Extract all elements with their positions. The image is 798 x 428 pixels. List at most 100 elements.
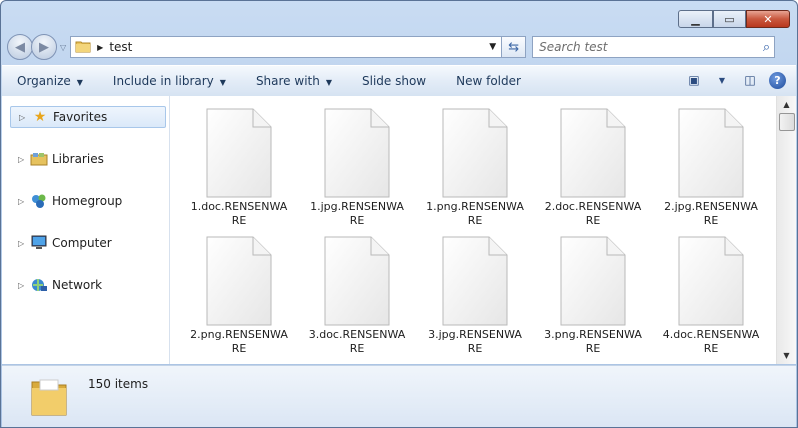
- sidebar-item-libraries[interactable]: ▷ Libraries: [2, 148, 169, 170]
- change-view-button[interactable]: ▣: [685, 71, 703, 89]
- sidebar-item-label: Network: [52, 278, 103, 292]
- search-input[interactable]: Search test: [539, 40, 607, 54]
- folder-icon: [75, 38, 91, 57]
- back-arrow-icon: ◀: [15, 39, 25, 55]
- vertical-scrollbar[interactable]: ▲ ▼: [776, 96, 796, 364]
- file-item[interactable]: 1.doc.RENSENWARE: [180, 108, 298, 228]
- file-item[interactable]: 3.png.RENSENWARE: [534, 236, 652, 356]
- sidebar-item-label: Favorites: [53, 110, 108, 124]
- file-grid: 1.doc.RENSENWARE 1.jpg.RENSENWARE 1.png.RE…: [180, 108, 770, 356]
- view-icon: ▣: [688, 73, 700, 87]
- sidebar-item-label: Computer: [52, 236, 112, 250]
- help-icon: ?: [774, 73, 781, 87]
- address-dropdown-icon[interactable]: ▼: [489, 42, 496, 52]
- folder-icon: [28, 374, 70, 422]
- file-icon: [560, 236, 626, 326]
- forward-arrow-icon: ▶: [39, 39, 49, 55]
- new-folder-button[interactable]: New folder: [441, 74, 536, 88]
- preview-pane-button[interactable]: ◫: [741, 71, 759, 89]
- expand-arrow-icon[interactable]: ▷: [18, 197, 28, 206]
- file-item[interactable]: 1.jpg.RENSENWARE: [298, 108, 416, 228]
- file-icon: [678, 236, 744, 326]
- file-name: 3.png.RENSENWARE: [544, 328, 642, 355]
- star-icon: ★: [33, 109, 47, 125]
- view-options-dropdown[interactable]: ▼: [713, 71, 731, 89]
- expand-arrow-icon[interactable]: ▷: [18, 155, 28, 164]
- caption-buttons: ▁ ▭ ✕: [678, 10, 790, 28]
- maximize-button[interactable]: ▭: [713, 10, 746, 28]
- forward-button[interactable]: ▶: [31, 34, 57, 60]
- recent-pages-dropdown[interactable]: ▽: [60, 43, 66, 52]
- sidebar-item-label: Libraries: [52, 152, 104, 166]
- chevron-down-icon: ▼: [325, 78, 332, 87]
- computer-icon: [30, 235, 48, 251]
- homegroup-icon: [30, 193, 48, 209]
- search-icon[interactable]: ⌕: [763, 40, 770, 55]
- sidebar-item-computer[interactable]: ▷ Computer: [2, 232, 169, 254]
- refresh-button[interactable]: ⇆: [502, 36, 527, 58]
- file-item[interactable]: 1.png.RENSENWARE: [416, 108, 534, 228]
- view-controls: ▣ ▼ ◫ ?: [685, 71, 786, 89]
- chevron-down-icon: ▼: [718, 75, 726, 85]
- scroll-down-button[interactable]: ▼: [777, 347, 796, 364]
- file-icon: [442, 108, 508, 198]
- file-item[interactable]: 3.jpg.RENSENWARE: [416, 236, 534, 356]
- file-name: 2.jpg.RENSENWARE: [664, 200, 758, 227]
- file-item[interactable]: 2.jpg.RENSENWARE: [652, 108, 770, 228]
- share-with-menu[interactable]: Share with ▼: [241, 74, 347, 88]
- slide-show-button[interactable]: Slide show: [347, 74, 441, 88]
- sidebar-item-label: Homegroup: [52, 194, 123, 208]
- network-icon: [30, 277, 48, 293]
- file-item[interactable]: 4.doc.RENSENWARE: [652, 236, 770, 356]
- close-button[interactable]: ✕: [746, 10, 790, 28]
- organize-menu[interactable]: Organize ▼: [2, 74, 98, 88]
- file-item[interactable]: 2.png.RENSENWARE: [180, 236, 298, 356]
- breadcrumb-test[interactable]: test: [109, 40, 132, 54]
- address-bar[interactable]: ▶ test ▼: [70, 36, 503, 58]
- file-icon: [206, 236, 272, 326]
- file-list: 1.doc.RENSENWARE 1.jpg.RENSENWARE 1.png.RE…: [170, 96, 777, 364]
- item-count: 150 items: [88, 377, 149, 391]
- file-name: 3.doc.RENSENWARE: [308, 328, 406, 355]
- file-icon: [442, 236, 508, 326]
- sidebar-item-favorites[interactable]: ▷ ★ Favorites: [10, 106, 166, 128]
- file-item[interactable]: 2.doc.RENSENWARE: [534, 108, 652, 228]
- details-pane: 150 items: [2, 365, 796, 427]
- expand-arrow-icon[interactable]: ▷: [18, 281, 28, 290]
- chevron-down-icon: ▼: [219, 78, 226, 87]
- maximize-icon: ▭: [724, 12, 735, 26]
- scroll-up-button[interactable]: ▲: [777, 96, 796, 113]
- file-name: 2.png.RENSENWARE: [190, 328, 288, 355]
- file-name: 2.doc.RENSENWARE: [544, 200, 642, 227]
- include-label: Include in library: [112, 74, 214, 88]
- back-button[interactable]: ◀: [7, 34, 33, 60]
- file-icon: [206, 108, 272, 198]
- expand-arrow-icon[interactable]: ▷: [19, 113, 29, 122]
- file-name: 4.doc.RENSENWARE: [662, 328, 760, 355]
- close-icon: ✕: [763, 12, 773, 26]
- sidebar-item-homegroup[interactable]: ▷ Homegroup: [2, 190, 169, 212]
- sidebar-item-network[interactable]: ▷ Network: [2, 274, 169, 296]
- scroll-thumb[interactable]: [779, 113, 795, 131]
- preview-pane-icon: ◫: [744, 73, 756, 87]
- minimize-icon: ▁: [691, 12, 700, 26]
- refresh-icon: ⇆: [508, 39, 520, 55]
- search-box[interactable]: Search test ⌕: [532, 36, 776, 58]
- file-name: 1.doc.RENSENWARE: [190, 200, 288, 227]
- file-item[interactable]: 3.doc.RENSENWARE: [298, 236, 416, 356]
- include-in-library-menu[interactable]: Include in library ▼: [98, 74, 241, 88]
- chevron-down-icon: ▼: [76, 78, 83, 87]
- command-bar: Organize ▼ Include in library ▼ Share with…: [2, 65, 796, 97]
- file-name: 1.png.RENSENWARE: [426, 200, 524, 227]
- file-name: 1.jpg.RENSENWARE: [310, 200, 404, 227]
- file-icon: [678, 108, 744, 198]
- organize-label: Organize: [17, 74, 71, 88]
- help-button[interactable]: ?: [769, 71, 786, 89]
- file-icon: [324, 108, 390, 198]
- breadcrumb-separator-icon[interactable]: ▶: [97, 43, 103, 52]
- file-name: 3.jpg.RENSENWARE: [428, 328, 522, 355]
- expand-arrow-icon[interactable]: ▷: [18, 239, 28, 248]
- minimize-button[interactable]: ▁: [678, 10, 713, 28]
- navigation-bar: ◀ ▶ ▽ ▶ test ▼ ⇆ Search test ⌕: [7, 34, 791, 60]
- file-icon: [560, 108, 626, 198]
